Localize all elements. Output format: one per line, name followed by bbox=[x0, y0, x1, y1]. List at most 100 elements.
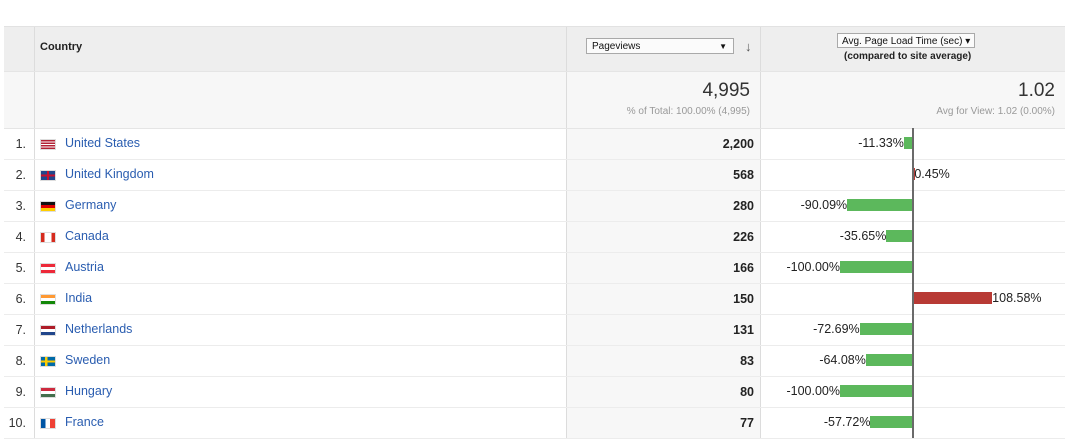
row-rank: 3. bbox=[15, 199, 26, 213]
column-divider bbox=[566, 408, 567, 438]
pageviews-cell: 131 bbox=[567, 315, 760, 345]
table-row: 6. India 150 bbox=[4, 284, 1065, 315]
pageviews-value: 131 bbox=[733, 323, 754, 337]
flag-se-icon bbox=[40, 356, 56, 367]
flag-ca-icon bbox=[40, 232, 56, 243]
comparison-label: -64.08% bbox=[819, 353, 866, 367]
country-link[interactable]: Hungary bbox=[65, 384, 112, 398]
pageviews-cell: 2,200 bbox=[567, 129, 760, 159]
column-divider bbox=[760, 253, 761, 283]
column-divider bbox=[566, 253, 567, 283]
dropdown-arrow-icon: ▼ bbox=[719, 42, 727, 51]
country-link[interactable]: United Kingdom bbox=[65, 167, 154, 181]
pageviews-value: 568 bbox=[733, 168, 754, 182]
comparison-label: 108.58% bbox=[992, 291, 1042, 305]
country-link[interactable]: Germany bbox=[65, 198, 116, 212]
row-rank: 4. bbox=[15, 230, 26, 244]
flag-us-icon bbox=[40, 139, 56, 150]
pageviews-value: 150 bbox=[733, 292, 754, 306]
column-divider bbox=[760, 160, 761, 190]
comparison-label: -72.69% bbox=[813, 322, 860, 336]
comparison-label: -100.00% bbox=[786, 260, 840, 274]
flag-in-icon bbox=[40, 294, 56, 305]
column-divider bbox=[760, 346, 761, 376]
column-divider bbox=[760, 129, 761, 159]
comparison-label: 0.45% bbox=[914, 167, 950, 181]
flag-fr-icon bbox=[40, 418, 56, 429]
pageviews-cell: 150 bbox=[567, 284, 760, 314]
flag-de-icon bbox=[40, 201, 56, 212]
country-link[interactable]: Sweden bbox=[65, 353, 110, 367]
pageviews-total: 4,995 bbox=[702, 80, 750, 101]
dropdown-arrow-icon: ▾ bbox=[965, 36, 971, 47]
country-link[interactable]: France bbox=[65, 415, 104, 429]
compare-subtitle: (compared to site average) bbox=[844, 51, 972, 62]
row-rank: 6. bbox=[15, 292, 26, 306]
column-divider bbox=[566, 27, 567, 71]
country-link[interactable]: Canada bbox=[65, 229, 109, 243]
flag-hu-icon bbox=[40, 387, 56, 398]
pageviews-value: 77 bbox=[740, 416, 754, 430]
comparison-bar bbox=[840, 385, 912, 397]
column-divider bbox=[34, 253, 35, 283]
country-link[interactable]: United States bbox=[65, 136, 140, 150]
column-divider bbox=[34, 27, 35, 71]
column-divider bbox=[34, 284, 35, 314]
column-divider bbox=[566, 160, 567, 190]
sort-descending-icon[interactable]: ↓ bbox=[745, 39, 752, 54]
flag-nl-icon bbox=[40, 325, 56, 336]
country-link[interactable]: Austria bbox=[65, 260, 104, 274]
pageviews-value: 226 bbox=[733, 230, 754, 244]
column-divider bbox=[760, 377, 761, 407]
column-divider bbox=[566, 315, 567, 345]
pageviews-cell: 568 bbox=[567, 160, 760, 190]
column-divider bbox=[566, 377, 567, 407]
country-column-header[interactable]: Country bbox=[40, 41, 82, 53]
column-divider bbox=[760, 27, 761, 71]
table-header: Country Pageviews ▼ ↓ Avg. Page Load Tim… bbox=[4, 26, 1065, 71]
column-divider bbox=[566, 72, 567, 128]
load-time-average-sub: Avg for View: 1.02 (0.00%) bbox=[936, 106, 1055, 117]
country-link[interactable]: Netherlands bbox=[65, 322, 132, 336]
flag-at-icon bbox=[40, 263, 56, 274]
row-rank: 1. bbox=[15, 137, 26, 151]
pageviews-value: 280 bbox=[733, 199, 754, 213]
column-divider bbox=[760, 315, 761, 345]
metric-select-value: Pageviews bbox=[592, 41, 641, 52]
compare-metric-select[interactable]: Avg. Page Load Time (sec) ▾ bbox=[837, 33, 976, 48]
column-divider bbox=[760, 408, 761, 438]
load-time-average: 1.02 bbox=[1018, 80, 1055, 101]
country-link[interactable]: India bbox=[65, 291, 92, 305]
pageviews-value: 80 bbox=[740, 385, 754, 399]
comparison-bar bbox=[903, 137, 912, 149]
pageviews-value: 166 bbox=[733, 261, 754, 275]
column-divider bbox=[566, 222, 567, 252]
column-divider bbox=[34, 129, 35, 159]
comparison-bar bbox=[847, 199, 912, 211]
row-rank: 10. bbox=[8, 416, 26, 430]
pageviews-value: 83 bbox=[740, 354, 754, 368]
comparison-label: -57.72% bbox=[823, 415, 871, 429]
pageviews-cell: 280 bbox=[567, 191, 760, 221]
row-rank: 8. bbox=[15, 354, 26, 368]
pageviews-cell: 166 bbox=[567, 253, 760, 283]
column-divider bbox=[760, 191, 761, 221]
pageviews-cell: 226 bbox=[567, 222, 760, 252]
compare-select-value: Avg. Page Load Time (sec) bbox=[842, 36, 963, 47]
comparison-bar bbox=[914, 292, 993, 304]
pageviews-cell: 83 bbox=[567, 346, 760, 376]
column-divider bbox=[34, 408, 35, 438]
pageviews-total-percent: % of Total: 100.00% (4,995) bbox=[626, 106, 750, 117]
comparison-bar bbox=[886, 230, 912, 242]
summary-row: 4,995 % of Total: 100.00% (4,995) 1.02 A… bbox=[4, 71, 1065, 129]
column-divider bbox=[760, 222, 761, 252]
column-divider bbox=[566, 129, 567, 159]
column-divider bbox=[34, 222, 35, 252]
column-divider bbox=[566, 191, 567, 221]
column-divider bbox=[34, 72, 35, 128]
column-divider bbox=[34, 377, 35, 407]
column-divider bbox=[34, 191, 35, 221]
row-rank: 2. bbox=[15, 168, 26, 182]
row-rank: 7. bbox=[15, 323, 26, 337]
metric-select[interactable]: Pageviews ▼ bbox=[586, 38, 734, 54]
